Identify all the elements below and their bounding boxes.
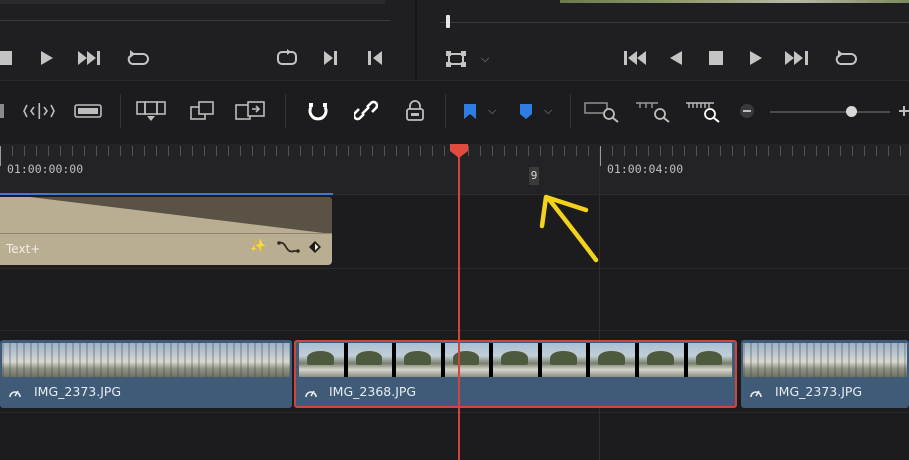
linked-selection-icon[interactable]: [354, 100, 378, 122]
dynamic-trim-icon[interactable]: [73, 102, 103, 120]
chevron-down-icon[interactable]: ⌵: [544, 104, 552, 118]
title-clip-label: Text+: [6, 242, 41, 256]
chevron-down-icon[interactable]: ⌵: [488, 104, 496, 118]
ruler-major-tick: [0, 146, 1, 166]
selected-clip-outline: [294, 340, 737, 408]
clip-label: IMG_2373.JPG: [34, 384, 122, 399]
timecode-start: 01:00:00:00: [7, 162, 84, 176]
snapping-icon[interactable]: [305, 99, 331, 123]
blade-icon[interactable]: [0, 102, 8, 120]
program-scrub-bar[interactable]: [440, 22, 909, 23]
replace-icon[interactable]: [233, 99, 269, 123]
viewer-size-icon[interactable]: [446, 51, 468, 67]
chevron-down-icon[interactable]: ⌵: [481, 52, 489, 66]
ruler-major-tick: [600, 146, 601, 166]
loop-icon[interactable]: [124, 48, 150, 68]
loop-icon[interactable]: [832, 48, 858, 68]
zoom-out-icon[interactable]: [739, 103, 755, 119]
first-frame-icon[interactable]: [623, 50, 649, 66]
position-lock-icon[interactable]: [404, 99, 426, 123]
clip-thumbnails: [2, 343, 290, 377]
viewer-transport-area: [0, 0, 909, 81]
play-icon[interactable]: [40, 50, 54, 66]
video-clip[interactable]: IMG_2373.JPG: [0, 340, 292, 408]
curve-icon: [277, 241, 300, 253]
stop-icon[interactable]: [709, 51, 723, 65]
title-clip[interactable]: Text+ ✨: [0, 197, 332, 265]
sparkle-icon: ✨: [250, 239, 267, 254]
annotation-arrow: [539, 194, 599, 263]
timecode-mid: 01:00:04:00: [607, 162, 684, 176]
frame-marker-label: 9: [529, 167, 539, 185]
title-track-selection-line: [0, 193, 333, 195]
track-divider: [0, 268, 909, 269]
speed-icon: [750, 390, 762, 398]
track-divider: [0, 412, 909, 413]
video-clip[interactable]: IMG_2373.JPG: [741, 340, 909, 408]
source-scrub-bar[interactable]: [0, 20, 390, 21]
keyframe-icon[interactable]: [308, 240, 322, 254]
clip-thumbnails: [743, 343, 907, 377]
zoom-in-icon[interactable]: [897, 103, 909, 119]
stop-icon[interactable]: [0, 51, 12, 65]
marker-icon[interactable]: [519, 103, 533, 121]
loop-range-icon[interactable]: [275, 48, 299, 68]
program-viewer-image-edge: [560, 0, 909, 3]
title-clip-fade-curve: [0, 197, 332, 234]
mark-out-icon[interactable]: [323, 50, 339, 66]
overwrite-icon[interactable]: [188, 99, 218, 123]
zoom-custom-icon[interactable]: [684, 99, 724, 123]
zoom-slider-knob[interactable]: [846, 106, 857, 117]
playhead-line[interactable]: [458, 148, 460, 460]
zoom-detail-icon[interactable]: [634, 99, 672, 123]
toolbar-separator: [570, 94, 571, 128]
flag-icon[interactable]: [463, 103, 477, 121]
next-icon[interactable]: [77, 50, 101, 66]
toolbar-separator: [285, 94, 286, 128]
program-scrub-head[interactable]: [446, 15, 450, 28]
track-divider: [0, 330, 909, 331]
zoom-slider-track[interactable]: [770, 111, 890, 113]
reverse-play-icon[interactable]: [669, 50, 683, 66]
trim-icon[interactable]: [22, 101, 56, 121]
insert-icon[interactable]: [134, 99, 168, 123]
clip-label: IMG_2373.JPG: [775, 384, 863, 399]
toolbar-separator: [445, 94, 446, 128]
source-viewer-edge: [0, 0, 385, 4]
speed-icon: [9, 390, 21, 398]
toolbar-separator: [120, 94, 121, 128]
mark-in-icon[interactable]: [367, 50, 383, 66]
viewer-divider: [415, 0, 417, 80]
last-frame-icon[interactable]: [784, 50, 810, 66]
zoom-full-icon[interactable]: [583, 99, 621, 123]
play-icon[interactable]: [749, 50, 763, 66]
